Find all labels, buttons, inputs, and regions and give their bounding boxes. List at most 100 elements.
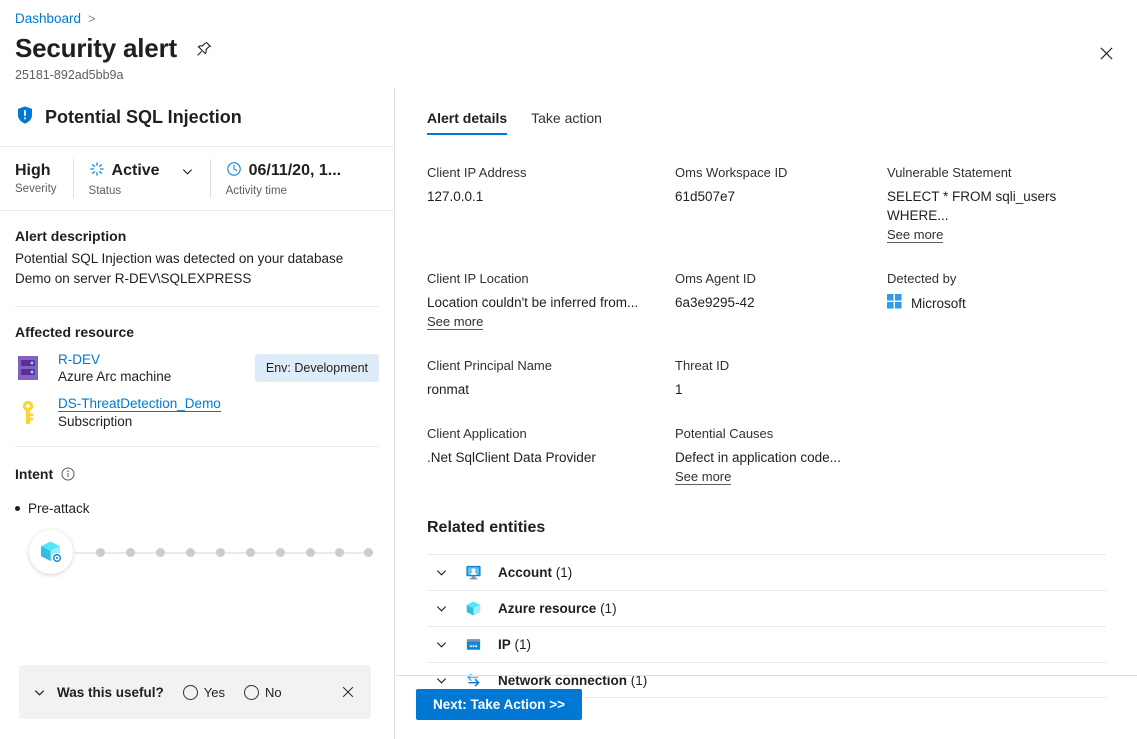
- status-value-row: Active: [89, 161, 194, 182]
- subscription-name-link[interactable]: DS-ThreatDetection_Demo: [58, 396, 221, 412]
- chevron-down-icon[interactable]: [427, 638, 455, 651]
- right-panel: Alert details Take action Client IP Addr…: [396, 88, 1137, 739]
- bullet-icon: [15, 506, 20, 511]
- activity-label: Activity time: [226, 185, 342, 197]
- resource-texts: R-DEV Azure Arc machine: [58, 352, 171, 384]
- detail-field: Client Application .Net SqlClient Data P…: [427, 426, 675, 486]
- detail-field: Oms Workspace ID 61d507e7: [675, 165, 887, 244]
- kill-chain-dot[interactable]: [156, 548, 165, 557]
- title-row: Security alert: [15, 33, 213, 64]
- radio-yes[interactable]: [183, 685, 198, 700]
- spinner-icon: [89, 161, 105, 182]
- kill-chain-dot[interactable]: [246, 548, 255, 557]
- feedback-yes-label: Yes: [204, 685, 225, 700]
- tab-alert-details[interactable]: Alert details: [427, 110, 507, 135]
- chevron-down-icon[interactable]: [33, 686, 46, 699]
- kill-chain-dot[interactable]: [335, 548, 344, 557]
- kill-chain-dot[interactable]: [276, 548, 285, 557]
- related-entity-row-account[interactable]: Account (1): [427, 554, 1106, 590]
- see-more-link[interactable]: See more: [675, 469, 731, 485]
- detected-by-row: Microsoft: [887, 294, 1106, 312]
- env-badge: Env: Development: [255, 354, 379, 382]
- detail-key: Potential Causes: [675, 426, 887, 441]
- related-entity-label: IP (1): [498, 637, 531, 652]
- detail-value: 6a3e9295-42: [675, 293, 887, 312]
- pin-icon[interactable]: [195, 40, 213, 58]
- see-more-link[interactable]: See more: [887, 227, 943, 243]
- security-alert-page: Dashboard > Security alert 25181-892ad5b…: [0, 0, 1137, 739]
- feedback-close-icon[interactable]: [339, 683, 357, 701]
- detail-field: Threat ID 1: [675, 358, 887, 399]
- page-header: Dashboard > Security alert 25181-892ad5b…: [0, 0, 1137, 88]
- kill-chain-active-node[interactable]: [29, 530, 73, 574]
- status-cell[interactable]: Active Status: [73, 147, 210, 210]
- intent-item-label: Pre-attack: [28, 501, 90, 516]
- tab-take-action[interactable]: Take action: [531, 110, 602, 135]
- status-label: Status: [89, 185, 194, 197]
- azure-resource-icon: [459, 600, 487, 617]
- kill-chain-dot[interactable]: [186, 548, 195, 557]
- breadcrumb-dashboard-link[interactable]: Dashboard: [15, 11, 81, 26]
- detail-field: Potential Causes Defect in application c…: [675, 426, 887, 486]
- detail-field: Client Principal Name ronmat: [427, 358, 675, 399]
- feedback-bar: Was this useful? Yes No: [19, 665, 371, 719]
- kill-chain-dot[interactable]: [126, 548, 135, 557]
- chevron-down-icon[interactable]: [181, 165, 194, 178]
- activity-value-row: 06/11/20, 1...: [226, 161, 342, 182]
- detail-value: Microsoft: [911, 296, 966, 311]
- detail-key: Client Principal Name: [427, 358, 675, 373]
- feedback-no-label: No: [265, 685, 282, 700]
- detail-field-detected-by: Detected by Microsoft: [887, 271, 1106, 331]
- severity-value: High: [15, 162, 57, 180]
- radio-no[interactable]: [244, 685, 259, 700]
- detail-field-empty: [887, 358, 1106, 399]
- breadcrumb: Dashboard >: [15, 11, 96, 26]
- next-take-action-button[interactable]: Next: Take Action >>: [416, 689, 582, 720]
- breadcrumb-separator: >: [88, 11, 96, 26]
- detail-key: Client Application: [427, 426, 675, 441]
- severity-cell: High Severity: [0, 147, 73, 210]
- detail-value: ronmat: [427, 380, 675, 399]
- kill-chain-dot[interactable]: [306, 548, 315, 557]
- status-strip: High Severity Active Status: [0, 147, 394, 211]
- alert-description-text: Potential SQL Injection was detected on …: [15, 249, 379, 289]
- alert-details-grid: Client IP Address 127.0.0.1 Oms Workspac…: [396, 135, 1137, 513]
- feedback-yes-option[interactable]: Yes: [183, 685, 225, 700]
- account-icon: [459, 564, 487, 581]
- severity-label: Severity: [15, 183, 57, 195]
- left-panel-body: Alert description Potential SQL Injectio…: [0, 228, 394, 580]
- kill-chain-dot[interactable]: [364, 548, 373, 557]
- kill-chain-dot[interactable]: [216, 548, 225, 557]
- detail-value: 61d507e7: [675, 187, 887, 206]
- related-entity-row-ip[interactable]: IP (1): [427, 626, 1106, 662]
- divider: [15, 306, 379, 307]
- close-icon[interactable]: [1095, 42, 1117, 64]
- resource-name-link[interactable]: R-DEV: [58, 352, 171, 367]
- alert-description-heading: Alert description: [15, 228, 379, 244]
- alert-name: Potential SQL Injection: [45, 107, 242, 128]
- feedback-no-option[interactable]: No: [244, 685, 282, 700]
- info-icon[interactable]: [61, 467, 75, 481]
- chevron-down-icon[interactable]: [427, 602, 455, 615]
- detail-key: Threat ID: [675, 358, 887, 373]
- detail-field-empty: [887, 426, 1106, 486]
- related-entity-row-azure-resource[interactable]: Azure resource (1): [427, 590, 1106, 626]
- kill-chain-dot[interactable]: [96, 548, 105, 557]
- ip-icon: [459, 636, 487, 653]
- feedback-question: Was this useful?: [57, 685, 164, 700]
- detail-value: 1: [675, 380, 887, 399]
- chevron-down-icon[interactable]: [427, 566, 455, 579]
- detail-key: Oms Workspace ID: [675, 165, 887, 180]
- see-more-link[interactable]: See more: [427, 314, 483, 330]
- activity-value: 06/11/20, 1...: [249, 162, 342, 180]
- detail-key: Vulnerable Statement: [887, 165, 1106, 180]
- resource-type: Azure Arc machine: [58, 369, 171, 384]
- tab-bar: Alert details Take action: [396, 88, 1137, 135]
- activity-time-cell: 06/11/20, 1... Activity time: [210, 147, 358, 210]
- detail-field: Client IP Address 127.0.0.1: [427, 165, 675, 244]
- kill-chain-timeline: [15, 526, 379, 580]
- intent-heading: Intent: [15, 466, 53, 482]
- related-entities-heading: Related entities: [396, 513, 1137, 537]
- detail-field: Oms Agent ID 6a3e9295-42: [675, 271, 887, 331]
- detail-key: Oms Agent ID: [675, 271, 887, 286]
